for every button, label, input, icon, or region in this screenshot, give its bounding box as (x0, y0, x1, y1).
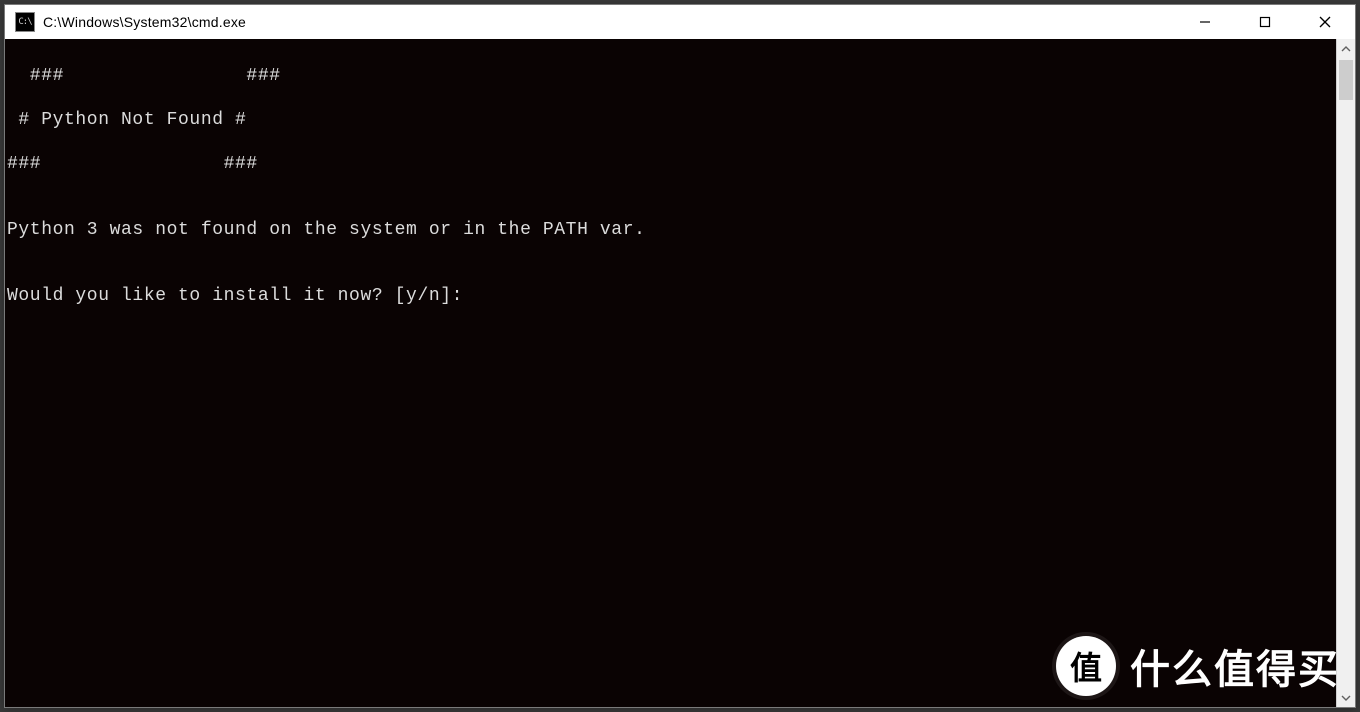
maximize-button[interactable] (1235, 5, 1295, 39)
cmd-window: C:\ C:\Windows\System32\cmd.exe ### ### … (4, 4, 1356, 708)
close-icon (1319, 16, 1331, 28)
console-line: ### ### (5, 65, 1336, 87)
console-line: Would you like to install it now? [y/n]: (5, 285, 1336, 307)
console-line: ### ### (5, 153, 1336, 175)
window-controls (1175, 5, 1355, 39)
client-area: ### ### # Python Not Found # ### ### Pyt… (5, 39, 1355, 707)
maximize-icon (1259, 16, 1271, 28)
minimize-button[interactable] (1175, 5, 1235, 39)
console-output[interactable]: ### ### # Python Not Found # ### ### Pyt… (5, 39, 1336, 707)
chevron-up-icon (1341, 44, 1351, 54)
scroll-thumb[interactable] (1339, 60, 1353, 100)
scroll-track[interactable] (1337, 58, 1355, 688)
window-title: C:\Windows\System32\cmd.exe (43, 14, 246, 30)
cmd-icon: C:\ (15, 12, 35, 32)
titlebar[interactable]: C:\ C:\Windows\System32\cmd.exe (5, 5, 1355, 39)
console-line: # Python Not Found # (5, 109, 1336, 131)
scroll-down-button[interactable] (1337, 688, 1355, 707)
minimize-icon (1199, 16, 1211, 28)
vertical-scrollbar[interactable] (1336, 39, 1355, 707)
chevron-down-icon (1341, 693, 1351, 703)
scroll-up-button[interactable] (1337, 39, 1355, 58)
console-line: Python 3 was not found on the system or … (5, 219, 1336, 241)
close-button[interactable] (1295, 5, 1355, 39)
